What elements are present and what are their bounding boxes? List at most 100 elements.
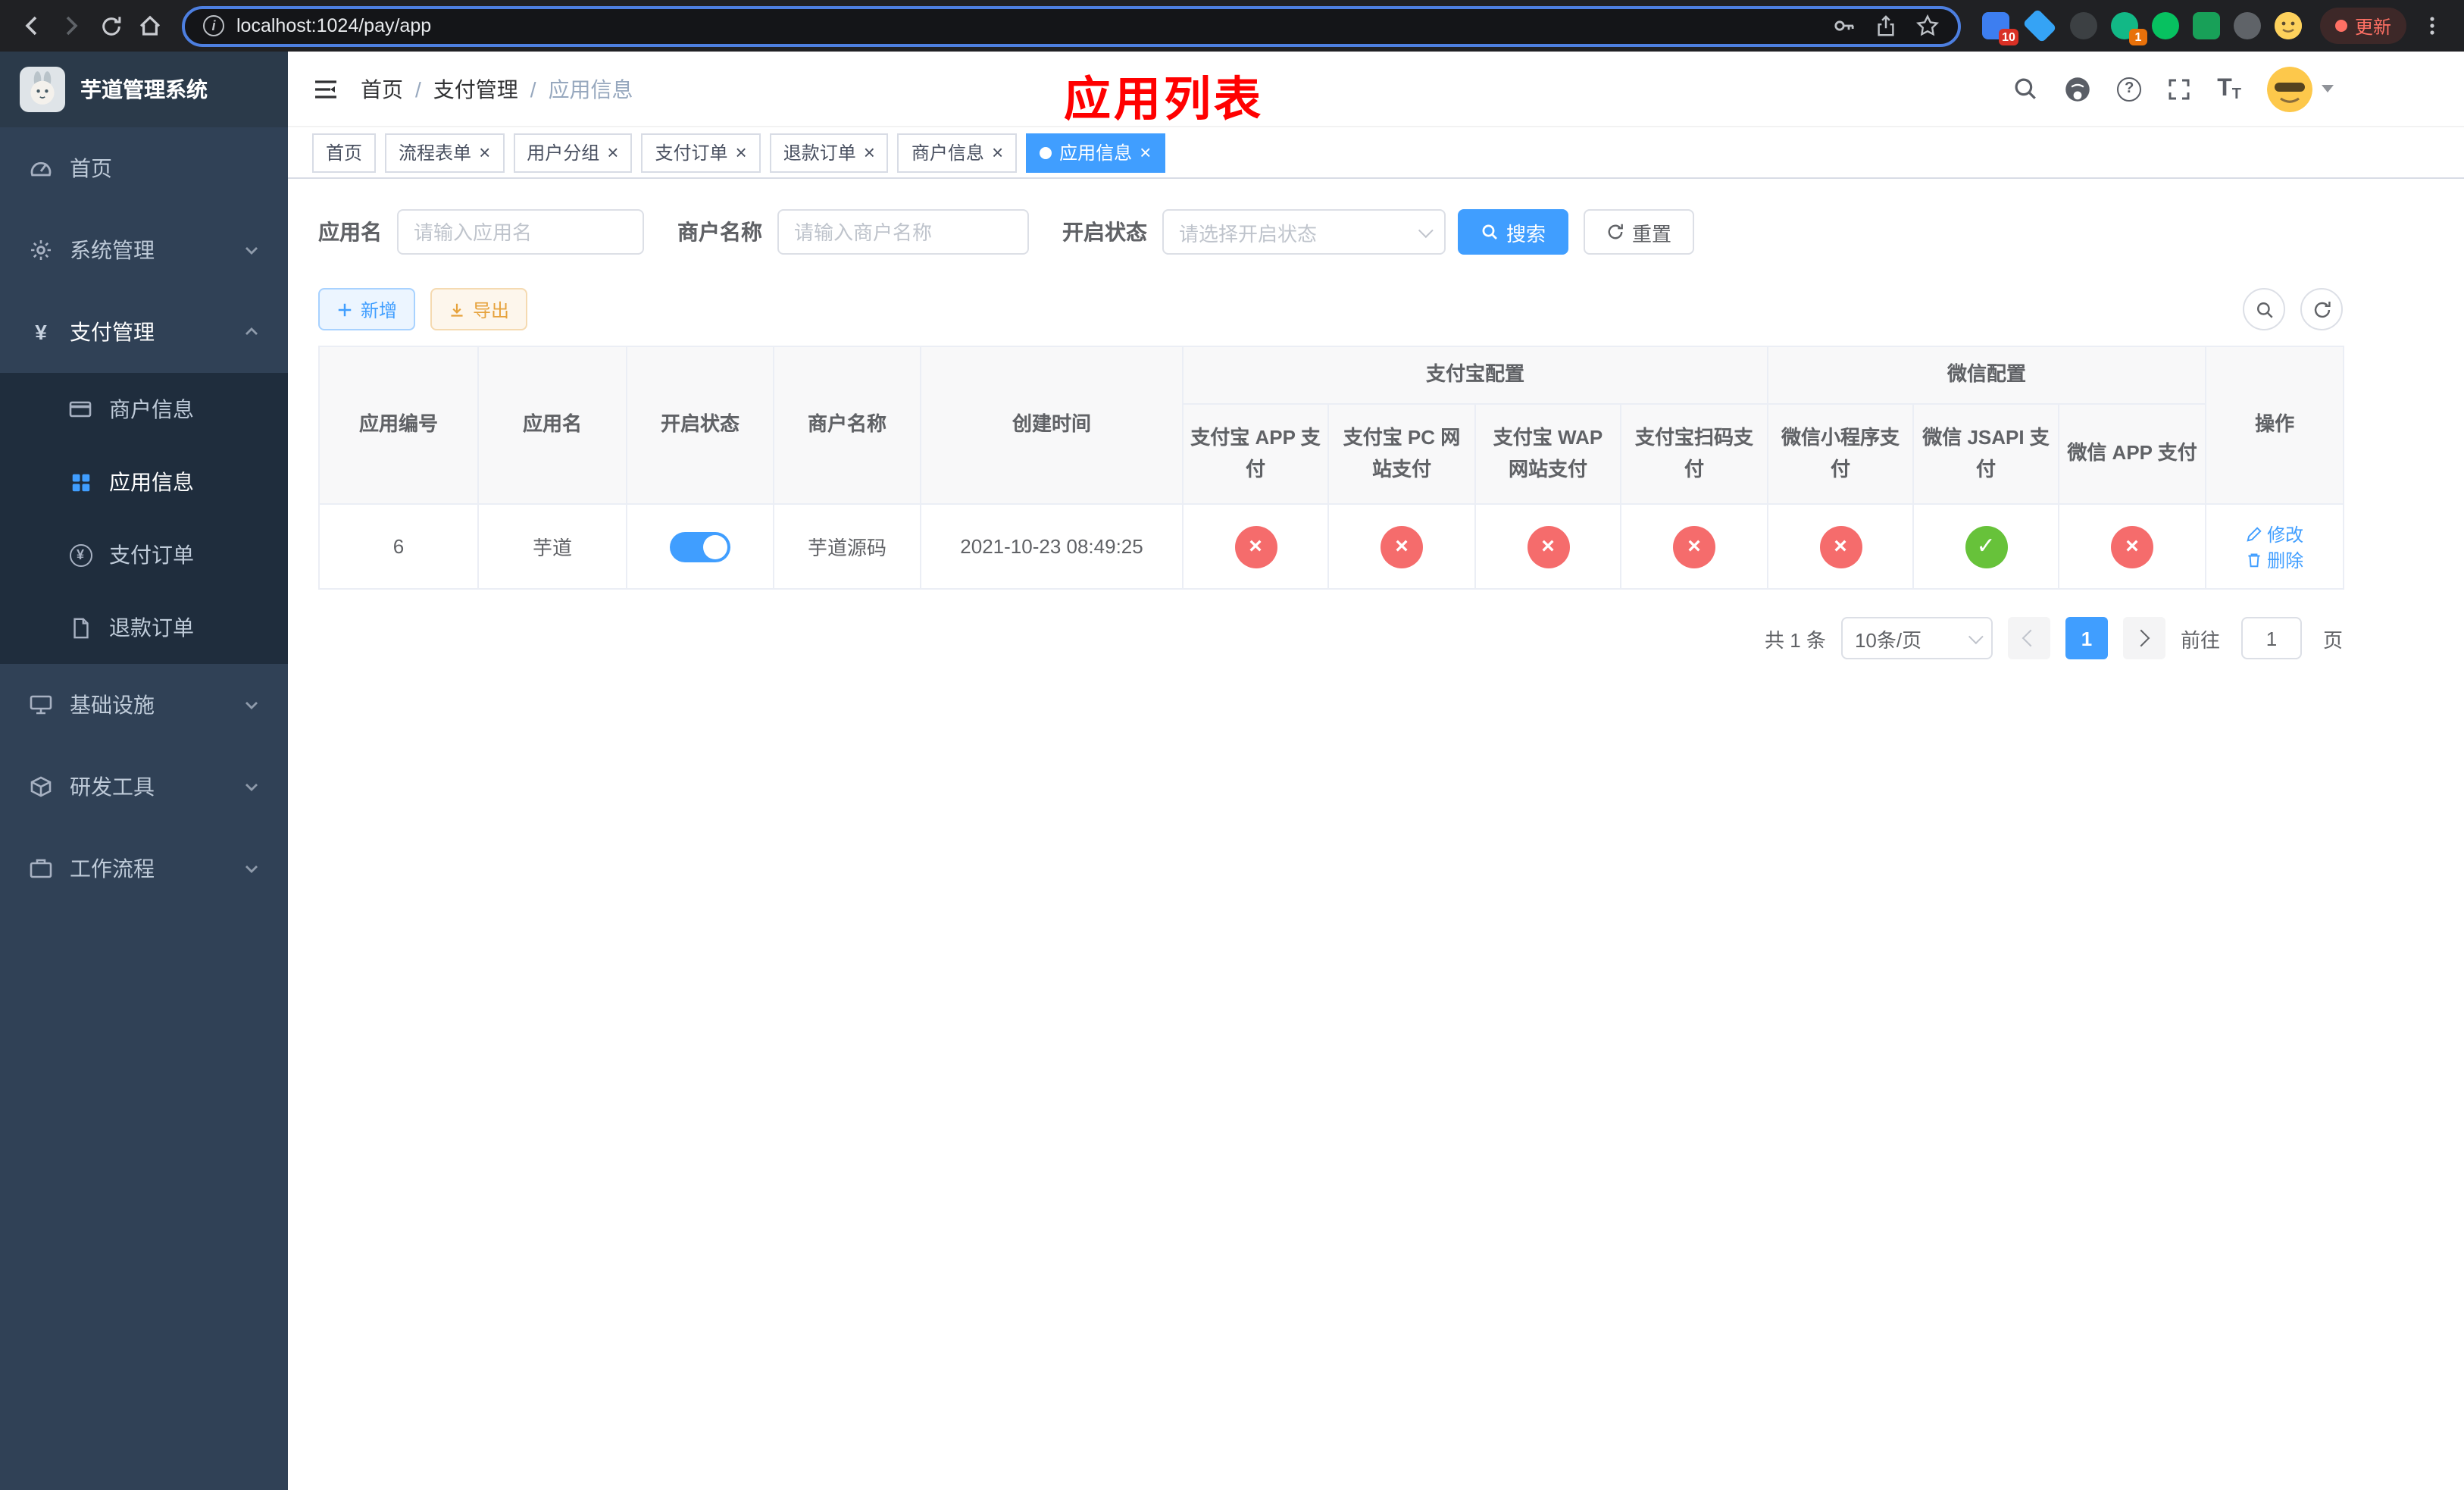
github-button[interactable]	[2064, 75, 2091, 102]
extension-icon-green-square[interactable]	[2192, 12, 2220, 39]
filter-form: 应用名 商户名称 开启状态 请选择开启状态	[318, 209, 2343, 255]
tab-process-form[interactable]: 流程表单 ×	[385, 133, 505, 172]
delete-link[interactable]: 删除	[2246, 546, 2303, 572]
app-name-input[interactable]	[397, 209, 644, 255]
sidebar-item-refund-order[interactable]: 退款订单	[0, 591, 288, 664]
browser-home-button[interactable]	[130, 6, 170, 45]
sidebar-item-infra[interactable]: 基础设施	[0, 664, 288, 746]
browser-update-button[interactable]: 更新	[2319, 8, 2406, 44]
tab-close-icon[interactable]: ×	[479, 142, 490, 162]
col-header-action: 操作	[2205, 346, 2345, 505]
add-button[interactable]: 新增	[318, 288, 416, 330]
header-search-button[interactable]	[2012, 76, 2038, 102]
github-icon	[2065, 77, 2090, 101]
menu-label: 应用信息	[109, 470, 194, 494]
sidebar-item-devtools[interactable]: 研发工具	[0, 746, 288, 828]
status-toggle[interactable]	[670, 531, 730, 562]
tab-merchant-info[interactable]: 商户信息 ×	[897, 133, 1018, 172]
yen-circle-glyph: ¥	[69, 543, 92, 566]
browser-forward-button[interactable]	[52, 6, 91, 45]
sidebar-item-pay-order[interactable]: ¥ 支付订单	[0, 518, 288, 591]
search-icon	[2256, 302, 2272, 318]
tab-pay-order[interactable]: 支付订单 ×	[641, 133, 761, 172]
sidebar-toggle-button[interactable]	[312, 75, 339, 102]
trash-icon	[2248, 552, 2260, 567]
prev-page-button[interactable]	[2007, 617, 2050, 659]
tab-close-icon[interactable]: ×	[607, 142, 618, 162]
address-bar[interactable]: i localhost:1024/pay/app	[182, 5, 1961, 46]
search-icon	[2015, 78, 2037, 99]
tab-close-icon[interactable]: ×	[992, 142, 1003, 162]
sidebar-item-workflow[interactable]: 工作流程	[0, 828, 288, 909]
cell-actions: 修改 删除	[2205, 503, 2345, 590]
status-select[interactable]: 请选择开启状态	[1162, 209, 1446, 255]
sidebar-item-system[interactable]: 系统管理	[0, 209, 288, 291]
browser-back-button[interactable]	[12, 6, 52, 45]
goto-page-input[interactable]	[2240, 617, 2302, 659]
tab-close-icon[interactable]: ×	[864, 142, 875, 162]
breadcrumb-separator: /	[530, 77, 536, 101]
browser-profile-avatar[interactable]	[2274, 12, 2302, 39]
tab-close-icon[interactable]: ×	[736, 142, 747, 162]
pagination-total: 共 1 条	[1765, 628, 1826, 651]
browser-menu-button[interactable]	[2412, 6, 2452, 45]
cell-alipay-qr: ×	[1619, 503, 1769, 590]
tab-app-info[interactable]: 应用信息 ×	[1026, 133, 1165, 172]
breadcrumb-home[interactable]: 首页	[361, 74, 403, 104]
document-icon	[67, 616, 94, 639]
reset-button[interactable]: 重置	[1584, 209, 1695, 255]
menu-label: 基础设施	[70, 693, 155, 717]
bookmark-star-icon[interactable]	[1915, 14, 1940, 38]
credit-card-icon	[67, 397, 94, 421]
font-size-button[interactable]: TT	[2217, 75, 2241, 102]
merchant-name-input[interactable]	[777, 209, 1029, 255]
dashboard-icon	[27, 156, 55, 180]
edit-link[interactable]: 修改	[2246, 521, 2303, 546]
tab-label: 流程表单	[399, 142, 472, 164]
search-icon	[1482, 224, 1497, 239]
toggle-search-button[interactable]	[2243, 288, 2285, 330]
cell-alipay-app: ×	[1182, 503, 1329, 590]
refresh-icon	[102, 16, 120, 35]
extensions-puzzle-icon[interactable]	[2233, 12, 2261, 39]
site-info-icon[interactable]: i	[203, 15, 224, 36]
sidebar-item-home[interactable]: 首页	[0, 127, 288, 209]
share-icon[interactable]	[1875, 14, 1897, 37]
search-button[interactable]: 搜索	[1458, 209, 1569, 255]
chevron-up-icon	[242, 323, 261, 341]
page-content: 应用名 商户名称 开启状态 请选择开启状态	[288, 179, 2464, 1490]
extension-icon-dark[interactable]	[2069, 12, 2097, 39]
page-size-select[interactable]: 10条/页	[1840, 617, 1993, 659]
chevron-down-icon	[242, 778, 261, 796]
sidebar-item-payment[interactable]: ¥ 支付管理	[0, 291, 288, 373]
sidebar-item-app-info[interactable]: 应用信息	[0, 446, 288, 518]
tab-user-group[interactable]: 用户分组 ×	[513, 133, 633, 172]
tab-close-icon[interactable]: ×	[1140, 142, 1151, 162]
browser-refresh-button[interactable]	[91, 6, 130, 45]
tab-refund-order[interactable]: 退款订单 ×	[769, 133, 889, 172]
next-page-button[interactable]	[2122, 617, 2165, 659]
sidebar-item-merchant-info[interactable]: 商户信息	[0, 373, 288, 446]
hamburger-icon	[315, 80, 336, 98]
breadcrumb: 首页 / 支付管理 / 应用信息	[361, 74, 633, 104]
add-button-label: 新增	[361, 299, 398, 321]
tab-home[interactable]: 首页	[312, 133, 377, 172]
refresh-table-button[interactable]	[2300, 288, 2343, 330]
extension-icon-wechat[interactable]	[2151, 12, 2179, 39]
user-menu[interactable]	[2267, 66, 2334, 111]
page-1-button[interactable]: 1	[2065, 617, 2108, 659]
extension-icon-diamond[interactable]	[2022, 8, 2057, 43]
extension-icon-blue[interactable]: 10	[1981, 12, 2018, 45]
menu-label: 首页	[70, 156, 112, 180]
fullscreen-button[interactable]	[2167, 77, 2191, 101]
col-group-alipay: 支付宝配置	[1181, 346, 1769, 405]
pagination: 共 1 条 10条/页 1 前往 页	[318, 617, 2343, 659]
help-button[interactable]: ?	[2117, 77, 2142, 101]
password-key-icon[interactable]	[1832, 14, 1856, 38]
col-header-app-name: 应用名	[477, 346, 627, 505]
export-button[interactable]: 导出	[430, 288, 528, 330]
font-size-large-glyph: T	[2217, 75, 2232, 101]
menu-label: 支付管理	[70, 320, 155, 344]
extension-icon-green-badge[interactable]: 1	[2110, 12, 2147, 45]
chevron-down-icon	[242, 859, 261, 878]
